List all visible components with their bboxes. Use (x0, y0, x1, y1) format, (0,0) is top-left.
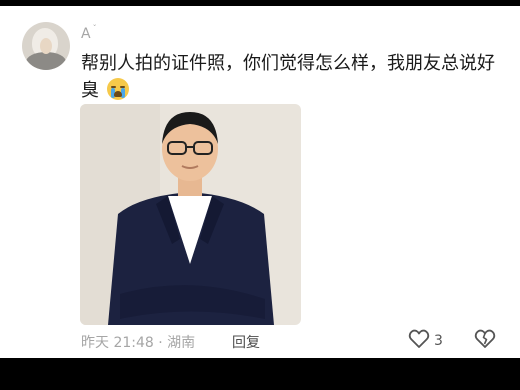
like-count: 3 (434, 333, 443, 349)
comment-time: 昨天 21:48 (81, 335, 154, 351)
like-button[interactable]: 3 (408, 329, 443, 353)
comment-meta: 昨天 21:48 · 湖南 (81, 332, 195, 352)
heart-outline-icon (408, 329, 430, 353)
meta-separator: · (158, 335, 163, 351)
comment-card: A ˇ 帮别人拍的证件照，你们觉得怎么样，我朋友总说好臭 昨天 21:48 · … (0, 6, 520, 358)
dislike-button[interactable] (474, 329, 496, 353)
crying-face-icon (106, 78, 129, 100)
comment-body: 帮别人拍的证件照，你们觉得怎么样，我朋友总说好臭 (81, 53, 495, 101)
username[interactable]: A ˇ (81, 24, 97, 42)
chevron-down-icon: ˇ (92, 24, 97, 33)
broken-heart-icon (474, 329, 496, 353)
comment-photo[interactable] (80, 104, 301, 325)
reply-button[interactable]: 回复 (232, 332, 260, 352)
username-label: A (81, 26, 91, 42)
comment-location: 湖南 (167, 335, 196, 351)
avatar[interactable] (22, 22, 70, 70)
comment-text: 帮别人拍的证件照，你们觉得怎么样，我朋友总说好臭 (81, 50, 501, 104)
